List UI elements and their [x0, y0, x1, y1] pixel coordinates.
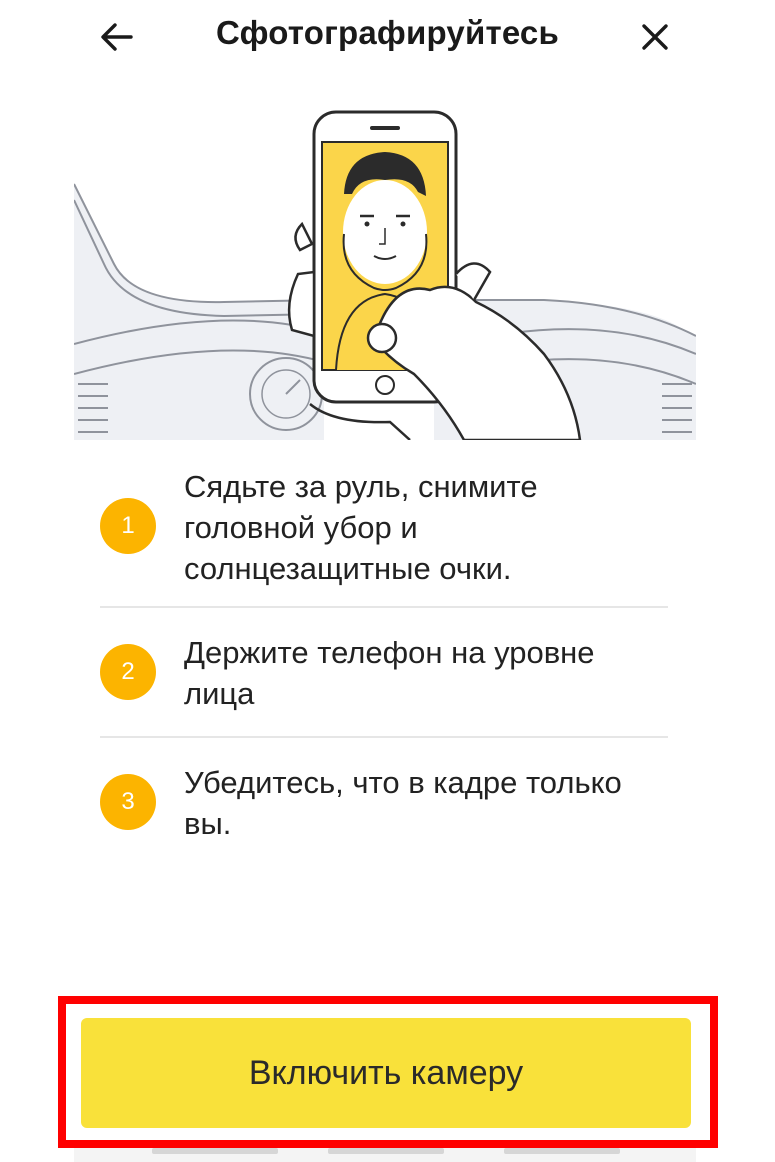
nav-segment — [152, 1148, 278, 1154]
nav-segment — [504, 1148, 620, 1154]
list-item: 1 Сядьте за руль, снимите головной убор … — [100, 450, 668, 606]
step-text: Убедитесь, что в кадре только вы. — [184, 765, 622, 841]
nav-segment — [328, 1148, 444, 1154]
close-button[interactable] — [630, 12, 680, 62]
bottom-nav-strip — [74, 1148, 696, 1162]
header: Сфотографируйтесь — [0, 0, 775, 80]
step-text: Держите телефон на уровне лица — [184, 635, 595, 711]
driver-selfie-illustration — [73, 104, 697, 442]
enable-camera-button[interactable]: Включить камеру — [81, 1018, 691, 1128]
step-text: Сядьте за руль, снимите головной убор и … — [184, 469, 538, 586]
instruction-list: 1 Сядьте за руль, снимите головной убор … — [100, 450, 668, 858]
list-item: 2 Держите телефон на уровне лица — [100, 608, 668, 736]
step-number-badge: 1 — [100, 498, 156, 554]
step-number-badge: 2 — [100, 644, 156, 700]
close-icon — [642, 24, 668, 50]
step-number-badge: 3 — [100, 774, 156, 830]
list-item: 3 Убедитесь, что в кадре только вы. — [100, 738, 668, 858]
